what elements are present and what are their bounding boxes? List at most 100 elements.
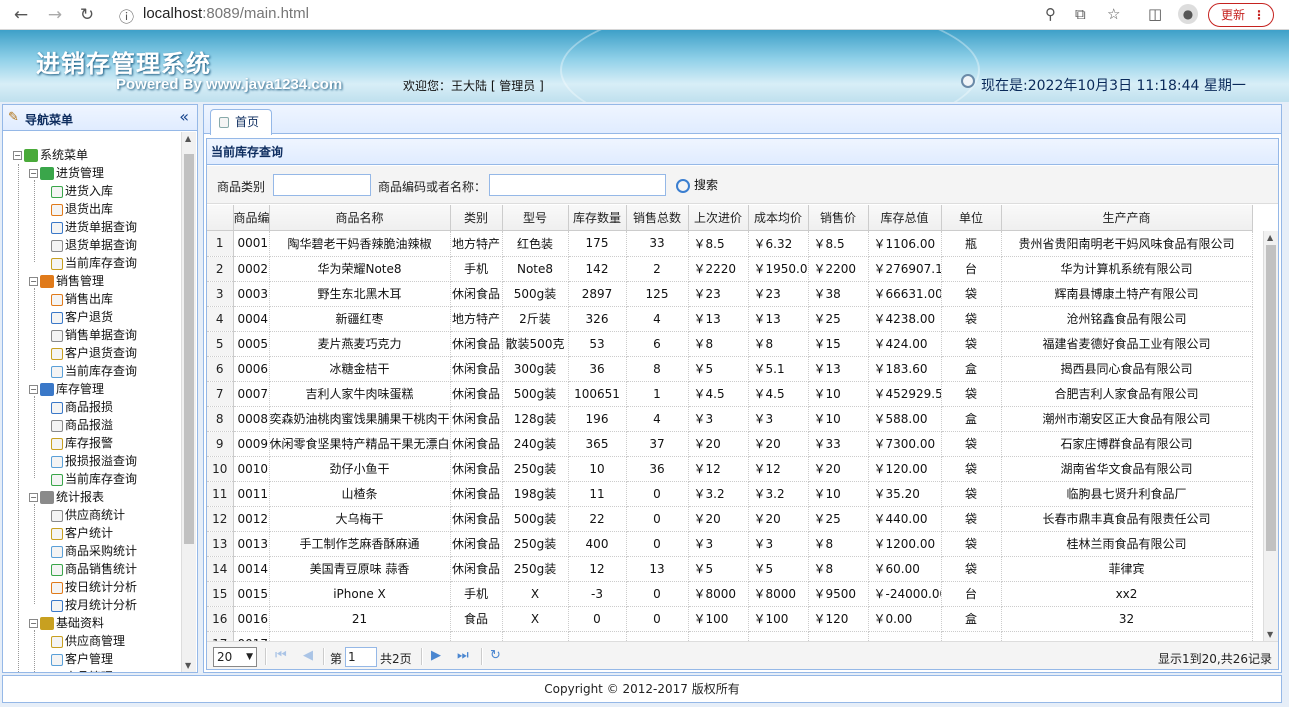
collapse-box-icon[interactable]: − [13, 151, 22, 160]
tree-item[interactable]: 按日统计分析 [51, 578, 137, 596]
reload-icon[interactable]: ↻ [76, 4, 98, 26]
collapse-box-icon[interactable]: − [29, 277, 38, 286]
tree-item[interactable]: 客户统计 [51, 524, 113, 542]
collapse-box-icon[interactable]: − [29, 619, 38, 628]
scroll-up-icon[interactable]: ▲ [185, 134, 191, 143]
tab-home[interactable]: 首页 [210, 109, 272, 135]
scroll-thumb[interactable] [1266, 245, 1276, 551]
tree-item[interactable]: 进货单据查询 [51, 218, 137, 236]
scroll-down-icon[interactable]: ▼ [185, 661, 191, 670]
table-cell: 500g装 [502, 506, 569, 532]
collapse-box-icon[interactable]: − [29, 169, 38, 178]
column-header[interactable]: 上次进价 [688, 205, 749, 231]
column-header[interactable]: 库存数量 [568, 205, 627, 231]
table-row[interactable]: 3 0003 野生东北黑木耳 休闲食品 500g装 2897 125 ￥23 ￥23 ￥38 ￥66… [207, 281, 1253, 307]
table-row[interactable]: 5 0005 麦片燕麦巧克力 休闲食品 散装500克 53 6 ￥8 ￥8 ￥15 ￥424.00 袋… [207, 331, 1253, 357]
scroll-down-icon[interactable]: ▼ [1267, 630, 1273, 639]
url-text[interactable]: localhost:8089/main.html [143, 5, 309, 22]
tree-group[interactable]: − 基础资料 [29, 614, 104, 632]
table-row[interactable]: 6 0006 冰糖金桔干 休闲食品 300g装 36 8 ￥5 ￥5.1 ￥13 ￥183.60 盒揭… [207, 356, 1253, 382]
column-header[interactable]: 商品编码 [233, 205, 270, 231]
tree-item[interactable]: 客户退货查询 [51, 344, 137, 362]
tree-item[interactable]: 当前库存查询 [51, 470, 137, 488]
tree-item[interactable]: 供应商管理 [51, 632, 125, 650]
search-button[interactable]: 搜索 [676, 176, 718, 193]
bookmark-star-icon[interactable]: ☆ [1107, 5, 1120, 23]
tree-item[interactable]: 报损报溢查询 [51, 452, 137, 470]
tree-group[interactable]: − 进货管理 [29, 164, 104, 182]
update-button[interactable]: 更新 ⋮ [1208, 3, 1274, 27]
table-row[interactable]: 13 0013 手工制作芝麻香酥麻通 休闲食品 250g装 400 0 ￥3 ￥3 ￥8 ￥1200… [207, 531, 1253, 557]
tree-item[interactable]: 当前库存查询 [51, 362, 137, 380]
grid-scrollbar[interactable]: ▲ ▼ [1263, 231, 1278, 641]
tree-group[interactable]: − 库存管理 [29, 380, 104, 398]
forward-icon[interactable]: → [44, 4, 66, 26]
collapse-box-icon[interactable]: − [29, 493, 38, 502]
table-row[interactable]: 4 0004 新疆红枣 地方特产 2斤装 326 4 ￥13 ￥13 ￥25 ￥4238.00 袋沧州… [207, 306, 1253, 332]
tree-item[interactable]: 商品报损 [51, 398, 113, 416]
tree-item[interactable]: 进货入库 [51, 182, 113, 200]
column-header[interactable]: 销售价 [808, 205, 869, 231]
last-page-icon[interactable]: ⏭ [457, 648, 469, 663]
table-row[interactable]: 9 0009 休闲零食坚果特产精品干果无漂白 休闲食品 240g装 365 37 ￥20 ￥20… [207, 431, 1253, 457]
name-input[interactable] [489, 174, 666, 196]
category-input[interactable] [273, 174, 371, 196]
tree-item[interactable]: 供应商统计 [51, 506, 125, 524]
column-header[interactable]: 销售总数 [626, 205, 689, 231]
column-header[interactable]: 单位 [941, 205, 1002, 231]
prev-page-icon[interactable]: ◀ [303, 648, 313, 663]
table-row[interactable]: 14 0014 美国青豆原味 蒜香 休闲食品 250g装 12 13 ￥5 ￥5 ￥8 ￥60.00… [207, 556, 1253, 582]
sidepanel-icon[interactable]: ◫ [1148, 5, 1162, 23]
tree-item[interactable]: 退货单据查询 [51, 236, 137, 254]
tree-item[interactable]: 商品销售统计 [51, 560, 137, 578]
tree-item[interactable]: 客户管理 [51, 650, 113, 668]
column-header[interactable]: 类别 [450, 205, 503, 231]
table-row[interactable]: 11 0011 山楂条 休闲食品 198g装 11 0 ￥3.2 ￥3.2 ￥10 ￥35.20 袋临… [207, 481, 1253, 507]
tree-group[interactable]: − 销售管理 [29, 272, 104, 290]
tree-group[interactable]: − 统计报表 [29, 488, 104, 506]
tree-item[interactable]: 销售单据查询 [51, 326, 137, 344]
tree-item[interactable]: 客户退货 [51, 308, 113, 326]
refresh-icon[interactable]: ↻ [490, 648, 501, 663]
tree-item[interactable]: 退货出库 [51, 200, 113, 218]
tree-item[interactable]: 销售出库 [51, 290, 113, 308]
column-header[interactable]: 生产产商 [1001, 205, 1253, 231]
page-size-select[interactable]: 20 ▼ [213, 647, 257, 667]
next-page-icon[interactable]: ▶ [431, 648, 441, 663]
more-icon[interactable]: ⋮ [1253, 4, 1265, 26]
table-row[interactable]: 16 0016 21 食品 X 0 0 ￥100 ￥100 ￥120 ￥0.00 盒 32 [207, 606, 1253, 632]
column-header[interactable]: 型号 [502, 205, 569, 231]
tree-item[interactable]: 按月统计分析 [51, 596, 137, 614]
table-row[interactable]: 170017 [207, 631, 1253, 641]
back-icon[interactable]: ← [10, 4, 32, 26]
column-header[interactable]: 成本均价 [748, 205, 809, 231]
table-row[interactable]: 7 0007 吉利人家牛肉味蛋糕 休闲食品 500g装 100651 1 ￥4.5 ￥4.5 ￥1… [207, 381, 1253, 407]
table-row[interactable]: 1 0001 陶华碧老干妈香辣脆油辣椒 地方特产 红色装 175 33 ￥8.5 ￥6.32 ￥8… [207, 231, 1253, 257]
page-icon [51, 419, 63, 432]
collapse-icon[interactable]: « [179, 107, 189, 126]
collapse-box-icon[interactable]: − [29, 385, 38, 394]
tree-item[interactable]: 商品管理 [51, 668, 113, 672]
table-row[interactable]: 10 0010 劲仔小鱼干 休闲食品 250g装 10 36 ￥12 ￥12 ￥20 ￥120.00… [207, 456, 1253, 482]
nav-scrollbar[interactable]: ▲ ▼ [181, 132, 196, 672]
profile-icon[interactable]: ● [1178, 4, 1198, 24]
tree-item[interactable]: 商品报溢 [51, 416, 113, 434]
table-row[interactable]: 15 0015 iPhone X 手机 X -3 0 ￥8000 ￥8000 ￥9500 ￥-240… [207, 581, 1253, 607]
page-number-input[interactable]: 1 [345, 647, 377, 667]
table-cell: 地方特产 [450, 231, 503, 257]
scroll-up-icon[interactable]: ▲ [1267, 233, 1273, 242]
info-icon[interactable]: ⓘ [119, 6, 134, 27]
tree-item[interactable]: 库存报警 [51, 434, 113, 452]
key-icon[interactable]: ⚲ [1045, 5, 1056, 23]
first-page-icon[interactable]: ⏮ [275, 648, 287, 663]
tree-item[interactable]: 当前库存查询 [51, 254, 137, 272]
tree-item[interactable]: 商品采购统计 [51, 542, 137, 560]
share-icon[interactable]: ⧉ [1075, 5, 1086, 23]
column-header[interactable]: 库存总值 [868, 205, 942, 231]
table-row[interactable]: 8 0008 奕森奶油桃肉蜜饯果脯果干桃肉干 休闲食品 128g装 196 4 ￥3 ￥3 ￥10… [207, 406, 1253, 432]
tree-root[interactable]: − 系统菜单 [13, 146, 88, 164]
scroll-thumb[interactable] [184, 154, 194, 544]
column-header[interactable]: 商品名称 [269, 205, 451, 231]
table-row[interactable]: 12 0012 大乌梅干 休闲食品 500g装 22 0 ￥20 ￥20 ￥25 ￥440.00 袋长… [207, 506, 1253, 532]
table-row[interactable]: 20002华为荣耀Note8手机Note81422￥2220￥1950.05￥2… [207, 256, 1253, 282]
